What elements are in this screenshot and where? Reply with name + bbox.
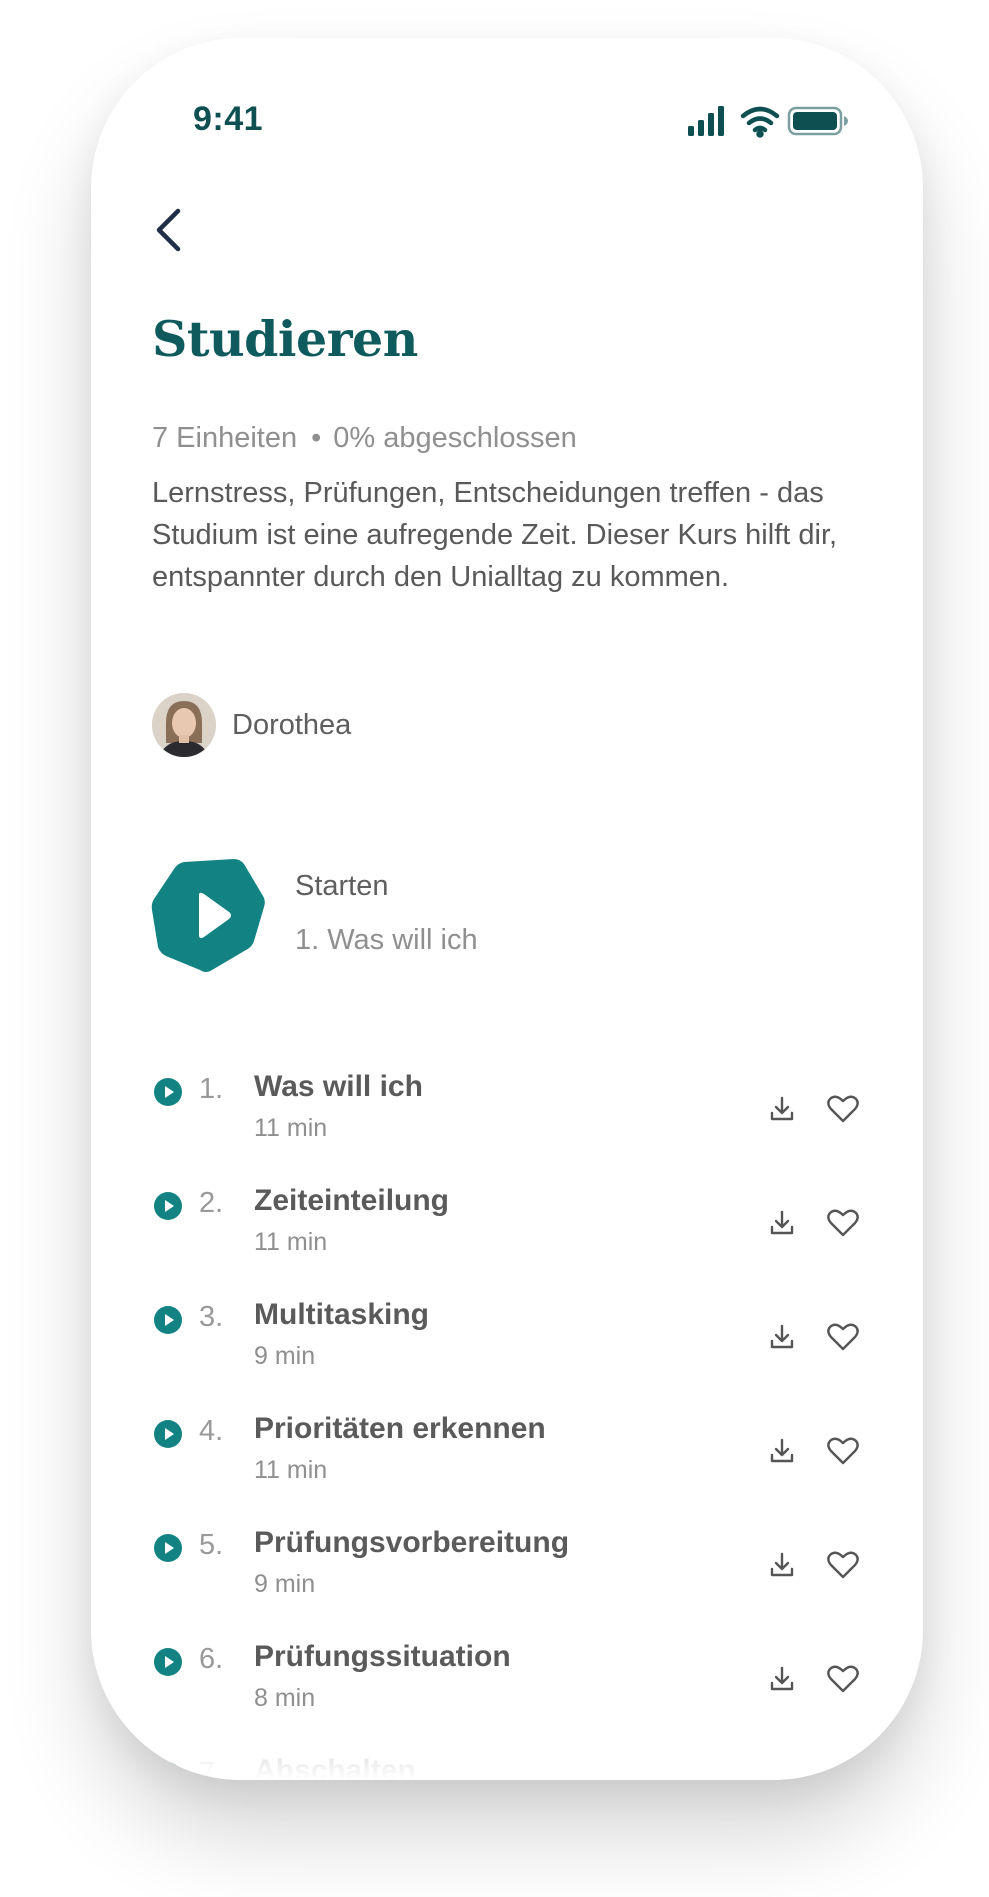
heart-icon[interactable] <box>826 1094 860 1124</box>
play-icon[interactable] <box>154 1420 182 1448</box>
author-photo <box>152 693 216 757</box>
wifi-icon <box>740 106 780 138</box>
play-button-icon <box>151 859 265 972</box>
status-icons <box>688 106 848 138</box>
heart-icon[interactable] <box>826 1664 860 1694</box>
unit-title: Prüfungsvorbereitung <box>254 1526 570 1559</box>
author-name: Dorothea <box>232 708 352 741</box>
heart-icon[interactable] <box>826 1436 860 1466</box>
play-icon[interactable] <box>154 1192 182 1220</box>
unit-row-4[interactable]: 4. Prioritäten erkennen 11 min <box>91 1398 923 1498</box>
course-description: Lernstress, Prüfungen, Entscheidungen tr… <box>152 477 838 593</box>
units-count: 7 Einheiten <box>152 422 298 454</box>
unit-duration: 11 min <box>254 1456 328 1484</box>
play-icon[interactable] <box>154 1648 182 1676</box>
play-icon[interactable] <box>154 1078 182 1106</box>
avatar <box>152 693 216 757</box>
meta-separator: • <box>311 422 322 454</box>
chevron-left-icon <box>156 208 181 252</box>
unit-title: Was will ich <box>254 1070 423 1103</box>
progress-text: 0% abgeschlossen <box>333 422 577 454</box>
unit-row-5[interactable]: 5. Prüfungsvorbereitung 9 min <box>91 1512 923 1612</box>
author[interactable]: Dorothea <box>152 692 351 758</box>
unit-title: Zeiteinteilung <box>254 1184 449 1217</box>
phone-screen: 9:41 Studieren 7 Einheiten • 0% abgeschlos… <box>91 38 923 1780</box>
heart-icon[interactable] <box>826 1208 860 1238</box>
course-meta: 7 Einheiten • 0% abgeschlossen <box>152 422 577 455</box>
unit-number: 2. <box>199 1187 224 1219</box>
start-course-button[interactable]: Starten 1. Was will ich <box>150 856 650 976</box>
unit-row-3[interactable]: 3. Multitasking 9 min <box>91 1284 923 1384</box>
back-button[interactable] <box>141 193 201 267</box>
battery-icon <box>787 106 848 136</box>
unit-number: 6. <box>199 1643 224 1675</box>
scroll-fade <box>91 1708 923 1780</box>
download-icon[interactable] <box>767 1094 797 1124</box>
cellular-signal-icon <box>688 106 724 136</box>
unit-title: Multitasking <box>254 1298 430 1331</box>
unit-row-2[interactable]: 2. Zeiteinteilung 11 min <box>91 1170 923 1270</box>
download-icon[interactable] <box>767 1436 797 1466</box>
start-label: Starten <box>295 870 389 902</box>
unit-duration: 9 min <box>254 1570 316 1598</box>
heart-icon[interactable] <box>826 1322 860 1352</box>
unit-duration: 9 min <box>254 1342 316 1370</box>
unit-number: 5. <box>199 1529 224 1561</box>
unit-duration: 11 min <box>254 1228 328 1256</box>
status-time: 9:41 <box>193 100 264 138</box>
start-next-unit: 1. Was will ich <box>295 924 478 956</box>
course-title: Studieren <box>152 310 418 368</box>
unit-duration: 11 min <box>254 1114 328 1142</box>
play-icon[interactable] <box>154 1534 182 1562</box>
download-icon[interactable] <box>767 1208 797 1238</box>
unit-number: 1. <box>199 1073 224 1105</box>
download-icon[interactable] <box>767 1664 797 1694</box>
download-icon[interactable] <box>767 1322 797 1352</box>
unit-number: 3. <box>199 1301 224 1333</box>
unit-title: Prüfungssituation <box>254 1640 511 1673</box>
unit-row-1[interactable]: 1. Was will ich 11 min <box>91 1056 923 1156</box>
download-icon[interactable] <box>767 1550 797 1580</box>
heart-icon[interactable] <box>826 1550 860 1580</box>
unit-number: 4. <box>199 1415 224 1447</box>
play-icon[interactable] <box>154 1306 182 1334</box>
unit-title: Prioritäten erkennen <box>254 1412 546 1445</box>
